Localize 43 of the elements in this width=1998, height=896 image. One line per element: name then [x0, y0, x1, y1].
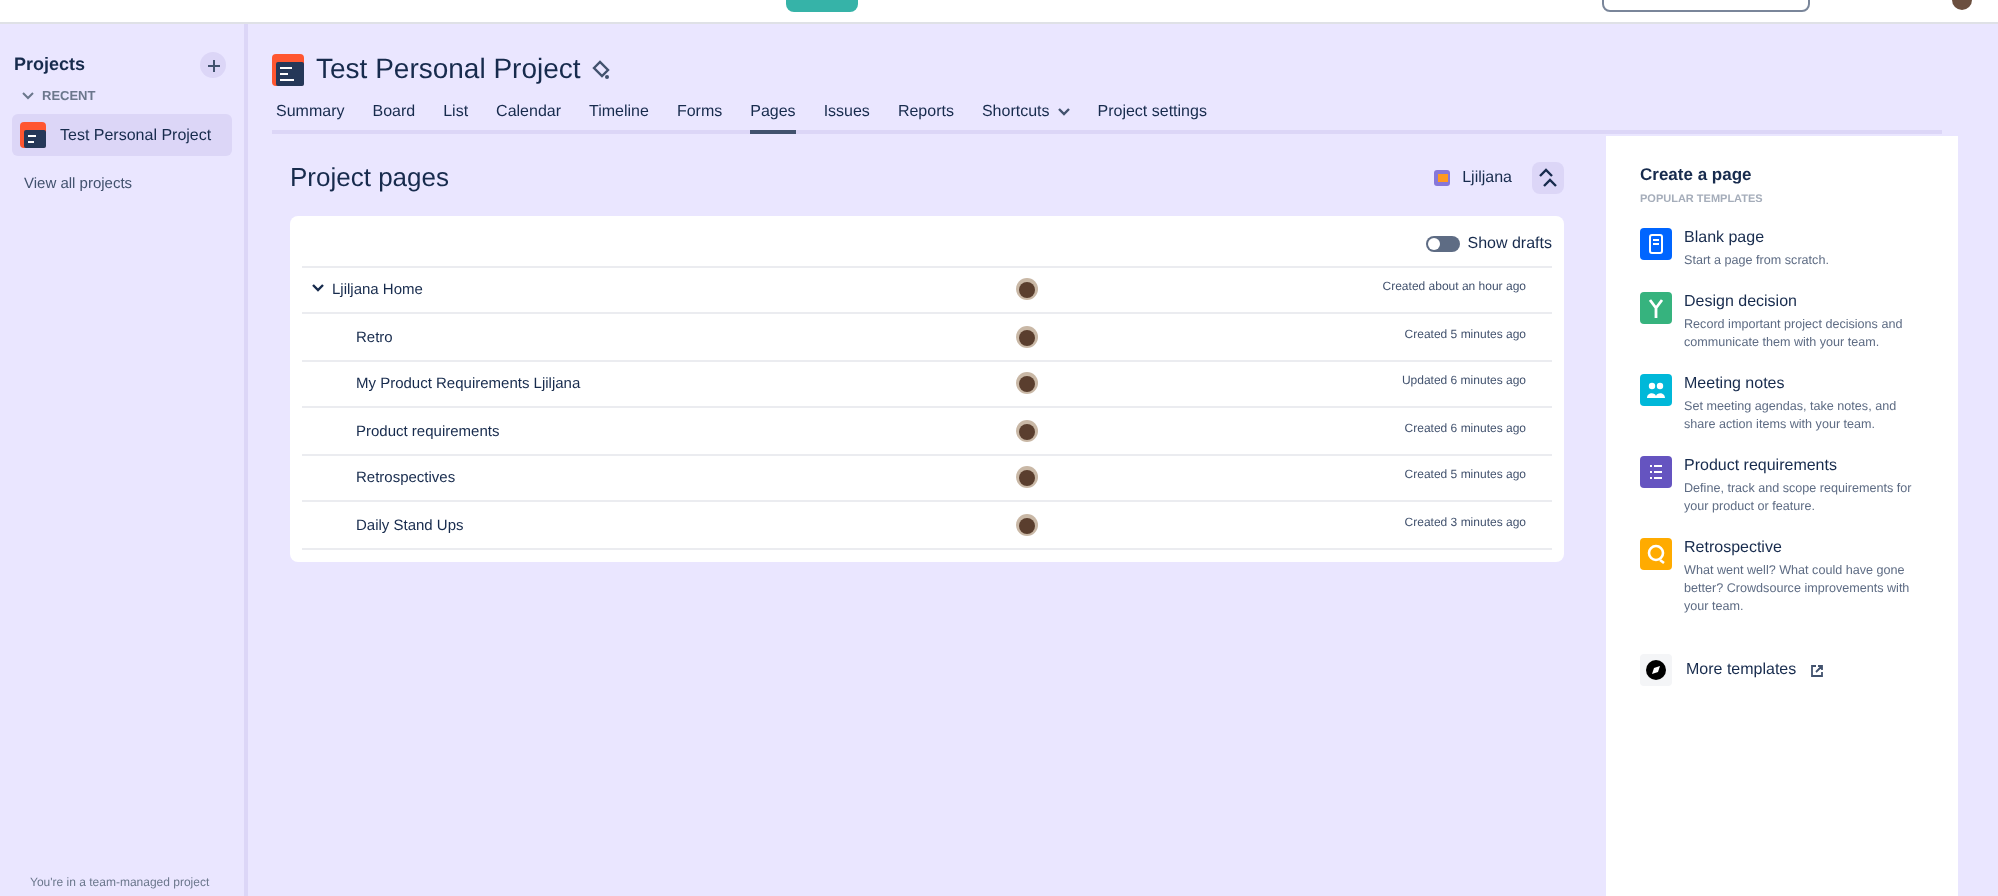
sidebar-title: Projects [14, 52, 86, 78]
page-title: Project pages [290, 160, 449, 196]
nav-tab[interactable]: Board [372, 100, 416, 134]
chevron-down-icon [1057, 108, 1070, 116]
template-name[interactable]: Design decision [1684, 292, 1924, 312]
switch-icon-button[interactable] [1532, 161, 1564, 194]
nav-tab[interactable]: Timeline [589, 100, 649, 134]
space-owner-name[interactable]: Ljiljana [1462, 165, 1512, 190]
panel-title: Create a page [1640, 162, 1754, 188]
add-project-button[interactable] [200, 52, 226, 79]
compass-icon [1640, 654, 1672, 686]
nav-tab[interactable]: Reports [897, 100, 954, 134]
nav-tab[interactable]: Pages [750, 100, 796, 134]
paint-bucket-icon[interactable] [592, 59, 611, 79]
template-name[interactable]: Product requirements [1684, 456, 1924, 476]
nav-tab[interactable]: List [443, 100, 469, 134]
template-name[interactable]: Retrospective [1684, 538, 1924, 558]
avatar-icon [1016, 419, 1038, 442]
show-drafts-toggle[interactable] [1425, 235, 1460, 251]
space-icon [1434, 169, 1451, 186]
arrows-icon [1538, 167, 1558, 188]
external-link-icon [1810, 663, 1825, 677]
project-title: Test Personal Project [316, 50, 581, 88]
template-name[interactable]: Blank page [1684, 228, 1829, 248]
avatar-icon [1016, 466, 1038, 489]
project-logo-icon [272, 53, 304, 85]
show-drafts-label: Show drafts [1467, 231, 1552, 255]
template-name[interactable]: Meeting notes [1684, 374, 1924, 394]
project-logo-icon [20, 122, 46, 149]
chevron-down-icon[interactable] [312, 283, 324, 296]
sidebar-project-item[interactable]: Test Personal Project [12, 114, 232, 157]
avatar-icon [1016, 278, 1038, 301]
nav-tab[interactable]: Project settings [1097, 100, 1207, 134]
avatar-icon [1016, 513, 1038, 536]
avatar-icon [1016, 372, 1038, 395]
plus-icon [207, 59, 219, 72]
avatar-icon [1016, 325, 1038, 348]
nav-tab[interactable]: Summary [276, 100, 345, 134]
nav-tab[interactable]: Shortcuts [981, 100, 1070, 134]
nav-tab[interactable]: Issues [823, 100, 870, 134]
nav-tab[interactable]: Forms [676, 100, 723, 134]
nav-tab[interactable]: Calendar [496, 100, 562, 134]
more-templates-link[interactable]: More templates [1686, 658, 1797, 682]
